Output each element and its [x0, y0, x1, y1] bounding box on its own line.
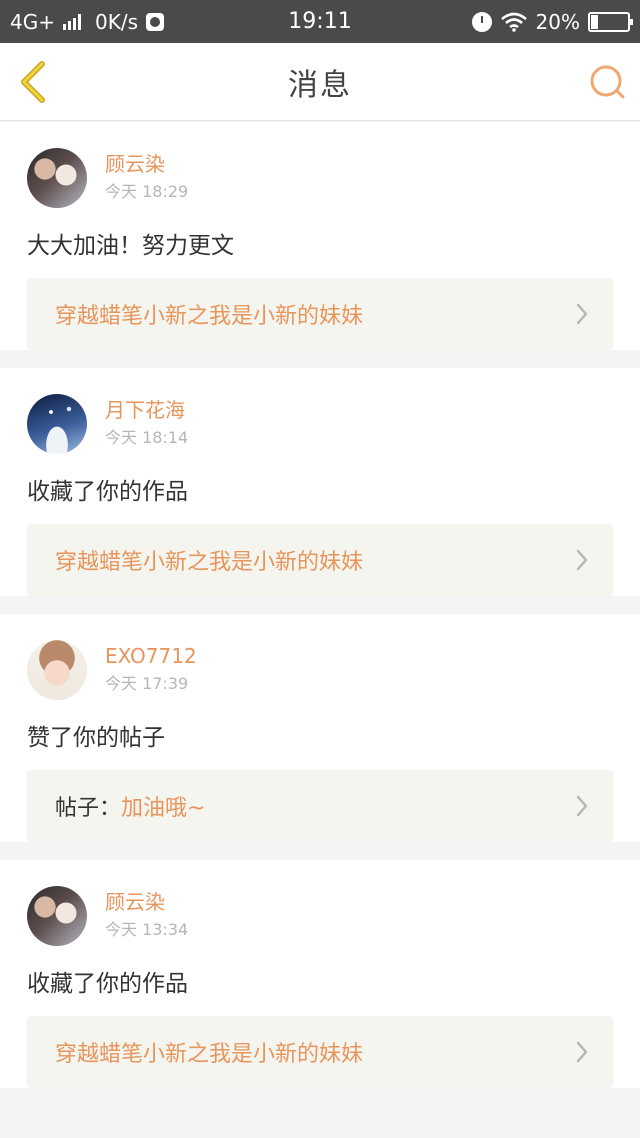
avatar[interactable]	[27, 148, 87, 208]
chevron-right-icon	[576, 1041, 588, 1063]
status-right: 20%	[471, 9, 633, 34]
network-type: 4G+	[10, 9, 55, 34]
message-card: 顾云染 今天 13:34 收藏了你的作品 穿越蜡笔小新之我是小新的妹妹	[0, 860, 640, 1088]
username[interactable]: 月下花海	[105, 397, 188, 423]
card-header: 顾云染 今天 13:34	[27, 860, 613, 947]
link-title: 穿越蜡笔小新之我是小新的妹妹	[55, 1042, 364, 1067]
card-meta: 月下花海 今天 18:14	[105, 397, 188, 451]
chevron-right-icon	[576, 549, 588, 571]
work-link[interactable]: 穿越蜡笔小新之我是小新的妹妹	[27, 1016, 613, 1088]
link-title: 加油哦~	[121, 796, 206, 821]
timestamp: 今天 13:34	[105, 920, 189, 939]
timestamp: 今天 18:29	[105, 182, 189, 201]
message-list: 顾云染 今天 18:29 大大加油！努力更文 穿越蜡笔小新之我是小新的妹妹 月下…	[0, 122, 640, 1106]
search-button[interactable]	[588, 62, 628, 102]
message-card: 月下花海 今天 18:14 收藏了你的作品 穿越蜡笔小新之我是小新的妹妹	[0, 368, 640, 596]
card-meta: 顾云染 今天 18:29	[105, 151, 188, 205]
avatar[interactable]	[27, 394, 87, 454]
wifi-icon	[500, 12, 527, 32]
status-bar: 4G+ 0K/s 19:11 20%	[0, 0, 640, 43]
back-button[interactable]	[14, 58, 54, 106]
message-card: 顾云染 今天 18:29 大大加油！努力更文 穿越蜡笔小新之我是小新的妹妹	[0, 122, 640, 350]
avatar[interactable]	[27, 886, 87, 946]
username[interactable]: 顾云染	[105, 889, 188, 915]
card-meta: 顾云染 今天 13:34	[105, 889, 188, 943]
card-meta: EXO7712 今天 17:39	[105, 643, 197, 697]
timestamp: 今天 17:39	[105, 674, 189, 693]
status-left: 4G+ 0K/s	[10, 10, 164, 34]
message-text: 大大加油！努力更文	[27, 233, 234, 259]
card-header: EXO7712 今天 17:39	[27, 614, 613, 701]
username[interactable]: EXO7712	[105, 643, 197, 669]
chevron-right-icon	[576, 795, 588, 817]
battery-percent: 20%	[535, 9, 580, 34]
alarm-icon	[471, 11, 492, 32]
message-card: EXO7712 今天 17:39 赞了你的帖子 帖子： 加油哦~	[0, 614, 640, 842]
work-link[interactable]: 穿越蜡笔小新之我是小新的妹妹	[27, 524, 613, 596]
card-header: 月下花海 今天 18:14	[27, 368, 613, 455]
post-link[interactable]: 帖子： 加油哦~	[27, 770, 613, 842]
message-text: 赞了你的帖子	[27, 725, 165, 751]
page-title: 消息	[288, 67, 352, 103]
link-prefix: 帖子：	[55, 796, 122, 821]
card-header: 顾云染 今天 18:29	[27, 122, 613, 209]
signal-icon	[62, 13, 81, 30]
battery-icon	[588, 11, 633, 32]
link-title: 穿越蜡笔小新之我是小新的妹妹	[55, 550, 364, 575]
username[interactable]: 顾云染	[105, 151, 188, 177]
timestamp: 今天 18:14	[105, 428, 189, 447]
nav-header: 消息	[0, 43, 640, 121]
data-saver-icon	[145, 12, 164, 31]
chevron-right-icon	[576, 303, 588, 325]
avatar[interactable]	[27, 640, 87, 700]
work-link[interactable]: 穿越蜡笔小新之我是小新的妹妹	[27, 278, 613, 350]
message-text: 收藏了你的作品	[27, 971, 188, 997]
message-text: 收藏了你的作品	[27, 479, 188, 505]
network-speed: 0K/s	[94, 9, 138, 34]
link-title: 穿越蜡笔小新之我是小新的妹妹	[55, 304, 364, 329]
